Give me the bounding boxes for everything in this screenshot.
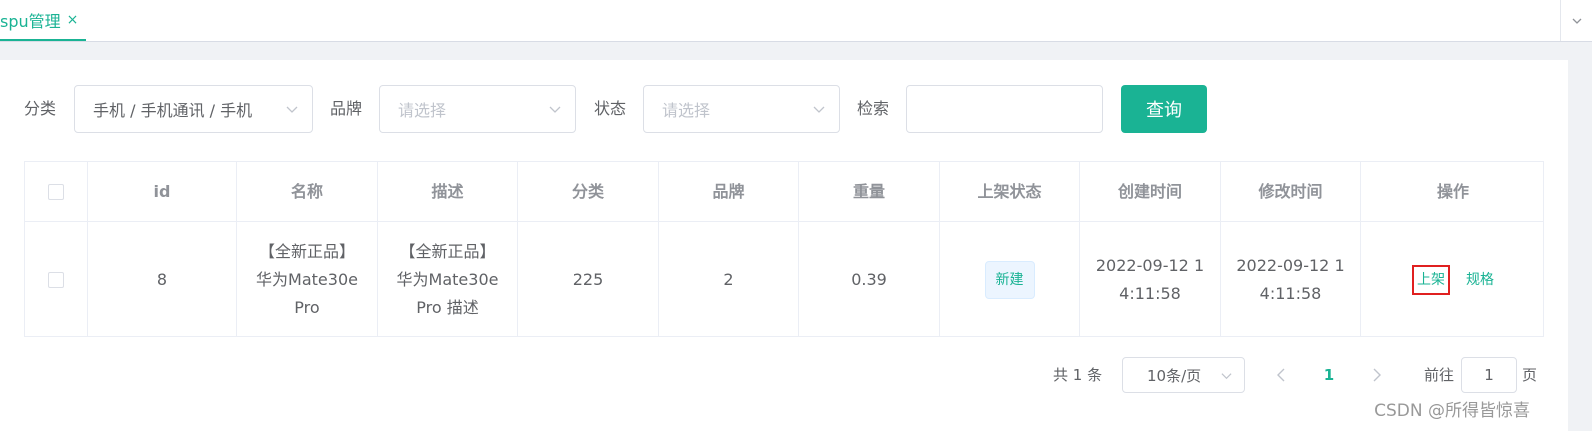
cell-created: 2022-09-12 14:11:58 <box>1080 222 1221 337</box>
status-badge: 新建 <box>984 260 1035 299</box>
brand-select[interactable]: 请选择 <box>379 85 576 133</box>
column-header-category[interactable]: 分类 <box>518 162 659 221</box>
main-panel: 分类 手机 / 手机通讯 / 手机 品牌 请选择 状态 请选择 检索 查询 id… <box>0 60 1568 431</box>
column-header-created[interactable]: 创建时间 <box>1080 162 1221 221</box>
chevron-down-icon <box>286 106 298 113</box>
column-header-weight[interactable]: 重量 <box>799 162 940 221</box>
column-header-modified[interactable]: 修改时间 <box>1221 162 1361 221</box>
cell-status: 新建 <box>940 222 1080 337</box>
row-checkbox[interactable] <box>48 271 64 288</box>
page-size-value: 10条/页 <box>1147 366 1202 385</box>
chevron-left-icon <box>1277 368 1285 382</box>
table-row[interactable]: 8 【全新正品】华为Mate30e Pro 【全新正品】华为Mate30e Pr… <box>25 222 1543 337</box>
tab-close-icon[interactable]: × <box>67 12 79 28</box>
next-page-button[interactable] <box>1367 357 1387 393</box>
tab-bar: spu管理 × <box>0 0 1592 42</box>
column-header-brand[interactable]: 品牌 <box>659 162 799 221</box>
cell-brand: 2 <box>659 222 799 337</box>
page-suffix: 页 <box>1522 366 1538 384</box>
filter-bar: 分类 手机 / 手机通讯 / 手机 品牌 请选择 状态 请选择 检索 查询 <box>24 85 1224 133</box>
goto-label: 前往 <box>1424 366 1455 384</box>
tab-label: spu管理 <box>0 11 61 31</box>
column-header-status[interactable]: 上架状态 <box>940 162 1080 221</box>
search-label: 检索 <box>857 99 890 118</box>
brand-placeholder: 请选择 <box>398 101 447 120</box>
page-size-select[interactable]: 10条/页 <box>1122 357 1245 393</box>
cell-weight: 0.39 <box>799 222 940 337</box>
category-value: 手机 / 手机通讯 / 手机 <box>93 101 253 120</box>
select-all-cell <box>25 162 88 221</box>
status-placeholder: 请选择 <box>662 101 711 120</box>
column-header-desc[interactable]: 描述 <box>378 162 518 221</box>
prev-page-button[interactable] <box>1271 357 1291 393</box>
cell-actions: 上架 规格 <box>1361 222 1545 337</box>
page-number-current[interactable]: 1 <box>1318 357 1340 393</box>
chevron-down-icon <box>549 106 561 113</box>
row-select-cell <box>25 222 88 337</box>
cell-id: 8 <box>88 222 237 337</box>
column-header-name[interactable]: 名称 <box>237 162 378 221</box>
spec-button[interactable]: 规格 <box>1466 266 1494 294</box>
cell-modified: 2022-09-12 14:11:58 <box>1221 222 1361 337</box>
table-header: id 名称 描述 分类 品牌 重量 上架状态 创建时间 修改时间 操作 <box>25 162 1543 222</box>
pagination-total: 共 1 条 <box>1053 366 1103 384</box>
search-input[interactable] <box>906 85 1103 133</box>
category-label: 分类 <box>24 99 57 118</box>
status-select[interactable]: 请选择 <box>643 85 840 133</box>
column-header-id[interactable]: id <box>88 162 237 221</box>
tab-spu-management[interactable]: spu管理 × <box>0 0 86 41</box>
select-all-checkbox[interactable] <box>48 183 64 200</box>
chevron-down-icon <box>813 106 825 113</box>
category-cascader[interactable]: 手机 / 手机通讯 / 手机 <box>74 85 313 133</box>
cell-name: 【全新正品】华为Mate30e Pro <box>237 222 378 337</box>
cell-desc: 【全新正品】华为Mate30e Pro 描述 <box>378 222 518 337</box>
chevron-right-icon <box>1373 368 1381 382</box>
watermark: CSDN @所得皆惊喜 <box>1374 401 1530 421</box>
publish-button[interactable]: 上架 <box>1412 264 1450 295</box>
column-header-actions: 操作 <box>1436 181 1469 201</box>
query-button[interactable]: 查询 <box>1121 85 1207 133</box>
tab-dropdown-button[interactable] <box>1560 0 1592 41</box>
spu-table: id 名称 描述 分类 品牌 重量 上架状态 创建时间 修改时间 操作 8 【全… <box>24 161 1544 337</box>
chevron-down-icon <box>1221 373 1232 380</box>
status-label: 状态 <box>594 99 627 118</box>
pagination: 共 1 条 10条/页 1 前往 1 页 <box>0 357 1568 393</box>
chevron-down-icon <box>1572 18 1581 24</box>
cell-category: 225 <box>518 222 659 337</box>
brand-label: 品牌 <box>330 99 363 118</box>
goto-page-input[interactable]: 1 <box>1461 357 1517 393</box>
